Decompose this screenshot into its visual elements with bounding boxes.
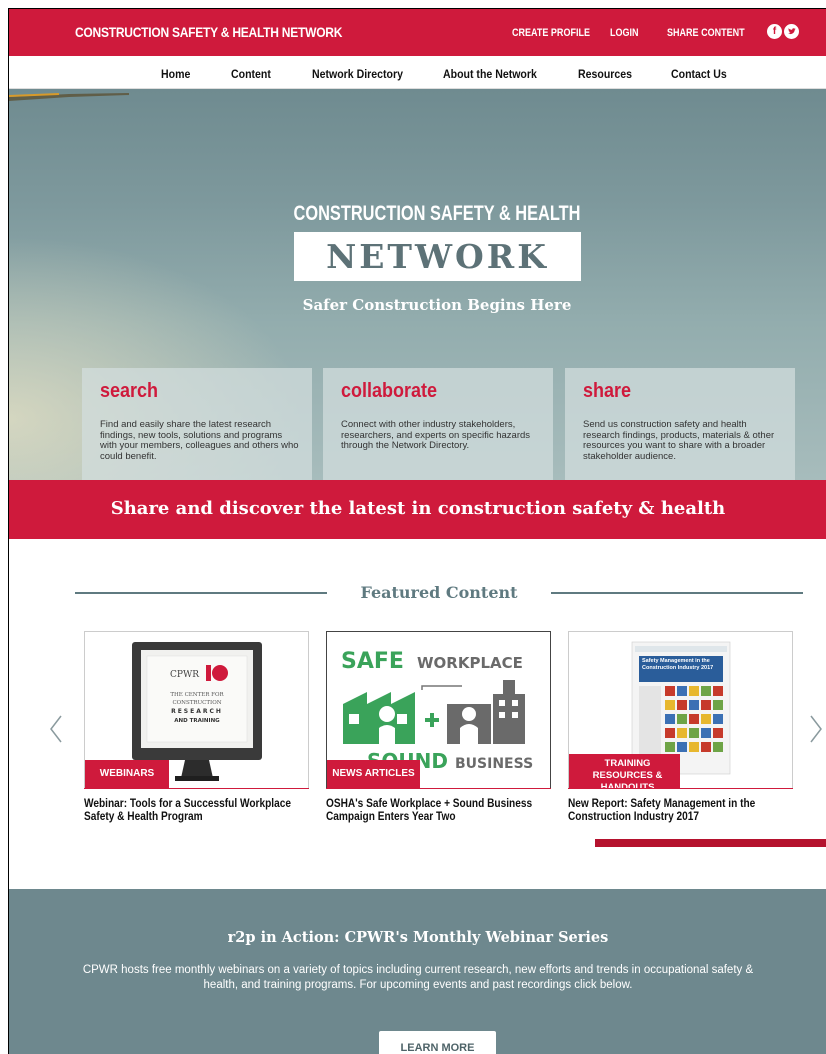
card-underline xyxy=(84,788,309,789)
report-title-text: Safety Management in the Construction In… xyxy=(642,658,714,671)
nav-about[interactable]: About the Network xyxy=(443,67,537,81)
banner-text: Share and discover the latest in constru… xyxy=(110,498,726,519)
crane-image xyxy=(9,93,129,101)
carousel-scrollbar[interactable] xyxy=(595,839,826,847)
hero: CONSTRUCTION SAFETY & HEALTH NETWORK Saf… xyxy=(9,89,826,480)
hero-network-box: NETWORK xyxy=(294,232,581,281)
category-tag[interactable]: NEWS ARTICLES xyxy=(327,760,420,788)
featured-card-webinar[interactable]: CPWR THE CENTER FOR CONSTRUCTION RESEARC… xyxy=(84,631,309,789)
card-text: Send us construction safety and health r… xyxy=(583,419,775,462)
card-text: Connect with other industry stakeholders… xyxy=(341,419,531,451)
logo-line: AND TRAINING xyxy=(174,718,220,724)
page: CONSTRUCTION SAFETY & HEALTH NETWORK CRE… xyxy=(8,8,826,1054)
carousel-next-icon[interactable] xyxy=(805,714,825,744)
site-brand[interactable]: CONSTRUCTION SAFETY & HEALTH NETWORK xyxy=(75,24,342,40)
webinar-text: CPWR hosts free monthly webinars on a va… xyxy=(82,964,754,991)
business-word: BUSINESS xyxy=(455,756,533,772)
featured-card-training[interactable]: Safety Management in the Construction In… xyxy=(568,631,793,789)
featured-title-link[interactable]: New Report: Safety Management in the Con… xyxy=(568,798,797,823)
create-profile-link[interactable]: CREATE PROFILE xyxy=(512,27,590,39)
card-heading: share xyxy=(583,380,632,402)
main-nav: Home Content Network Directory About the… xyxy=(9,56,826,89)
featured-title: Featured Content xyxy=(360,583,518,602)
workplace-word: WORKPLACE xyxy=(417,654,523,672)
logo-line: THE CENTER FOR xyxy=(170,692,224,698)
card-underline xyxy=(568,788,793,789)
share-banner: Share and discover the latest in constru… xyxy=(9,480,826,539)
share-card[interactable]: share Send us construction safety and he… xyxy=(565,368,795,480)
cpwr-logo-text: CPWR xyxy=(170,670,199,680)
carousel-prev-icon[interactable] xyxy=(47,714,67,744)
search-card[interactable]: search Find and easily share the latest … xyxy=(82,368,312,480)
logo-line: CONSTRUCTION xyxy=(172,700,221,706)
collaborate-card[interactable]: collaborate Connect with other industry … xyxy=(323,368,553,480)
nav-contact[interactable]: Contact Us xyxy=(671,67,727,81)
nav-network-directory[interactable]: Network Directory xyxy=(312,67,403,81)
card-text: Find and easily share the latest researc… xyxy=(100,419,299,462)
safe-word: SAFE xyxy=(341,649,404,674)
webinar-section: r2p in Action: CPWR's Monthly Webinar Se… xyxy=(9,889,826,1054)
learn-more-button[interactable]: LEARN MORE xyxy=(379,1031,496,1054)
card-heading: collaborate xyxy=(341,380,438,402)
card-underline xyxy=(326,788,551,789)
nav-home[interactable]: Home xyxy=(161,67,190,81)
divider xyxy=(75,592,327,594)
category-tag[interactable]: WEBINARS xyxy=(85,760,169,788)
card-heading: search xyxy=(100,380,159,402)
login-link[interactable]: LOGIN xyxy=(610,27,639,39)
featured-card-news[interactable]: SAFE WORKPLACE SOUND BUSINESS NEWS ARTIC… xyxy=(326,631,551,789)
divider xyxy=(551,592,803,594)
hero-network-text: NETWORK xyxy=(326,237,549,276)
twitter-icon[interactable] xyxy=(784,24,799,39)
facebook-icon[interactable]: f xyxy=(767,24,782,39)
share-content-link[interactable]: SHARE CONTENT xyxy=(667,27,745,39)
top-bar: CONSTRUCTION SAFETY & HEALTH NETWORK CRE… xyxy=(9,9,826,56)
logo-line: RESEARCH xyxy=(171,708,223,715)
category-tag[interactable]: TRAINING RESOURCES & HANDOUTS xyxy=(569,754,680,788)
nav-resources[interactable]: Resources xyxy=(578,67,632,81)
featured-title-link[interactable]: Webinar: Tools for a Successful Workplac… xyxy=(84,798,313,823)
hero-title: CONSTRUCTION SAFETY & HEALTH xyxy=(293,202,581,225)
featured-title-link[interactable]: OSHA's Safe Workplace + Sound Business C… xyxy=(326,798,555,823)
hero-subtitle: Safer Construction Begins Here xyxy=(302,296,572,314)
nav-content[interactable]: Content xyxy=(231,67,271,81)
webinar-title: r2p in Action: CPWR's Monthly Webinar Se… xyxy=(227,929,609,946)
